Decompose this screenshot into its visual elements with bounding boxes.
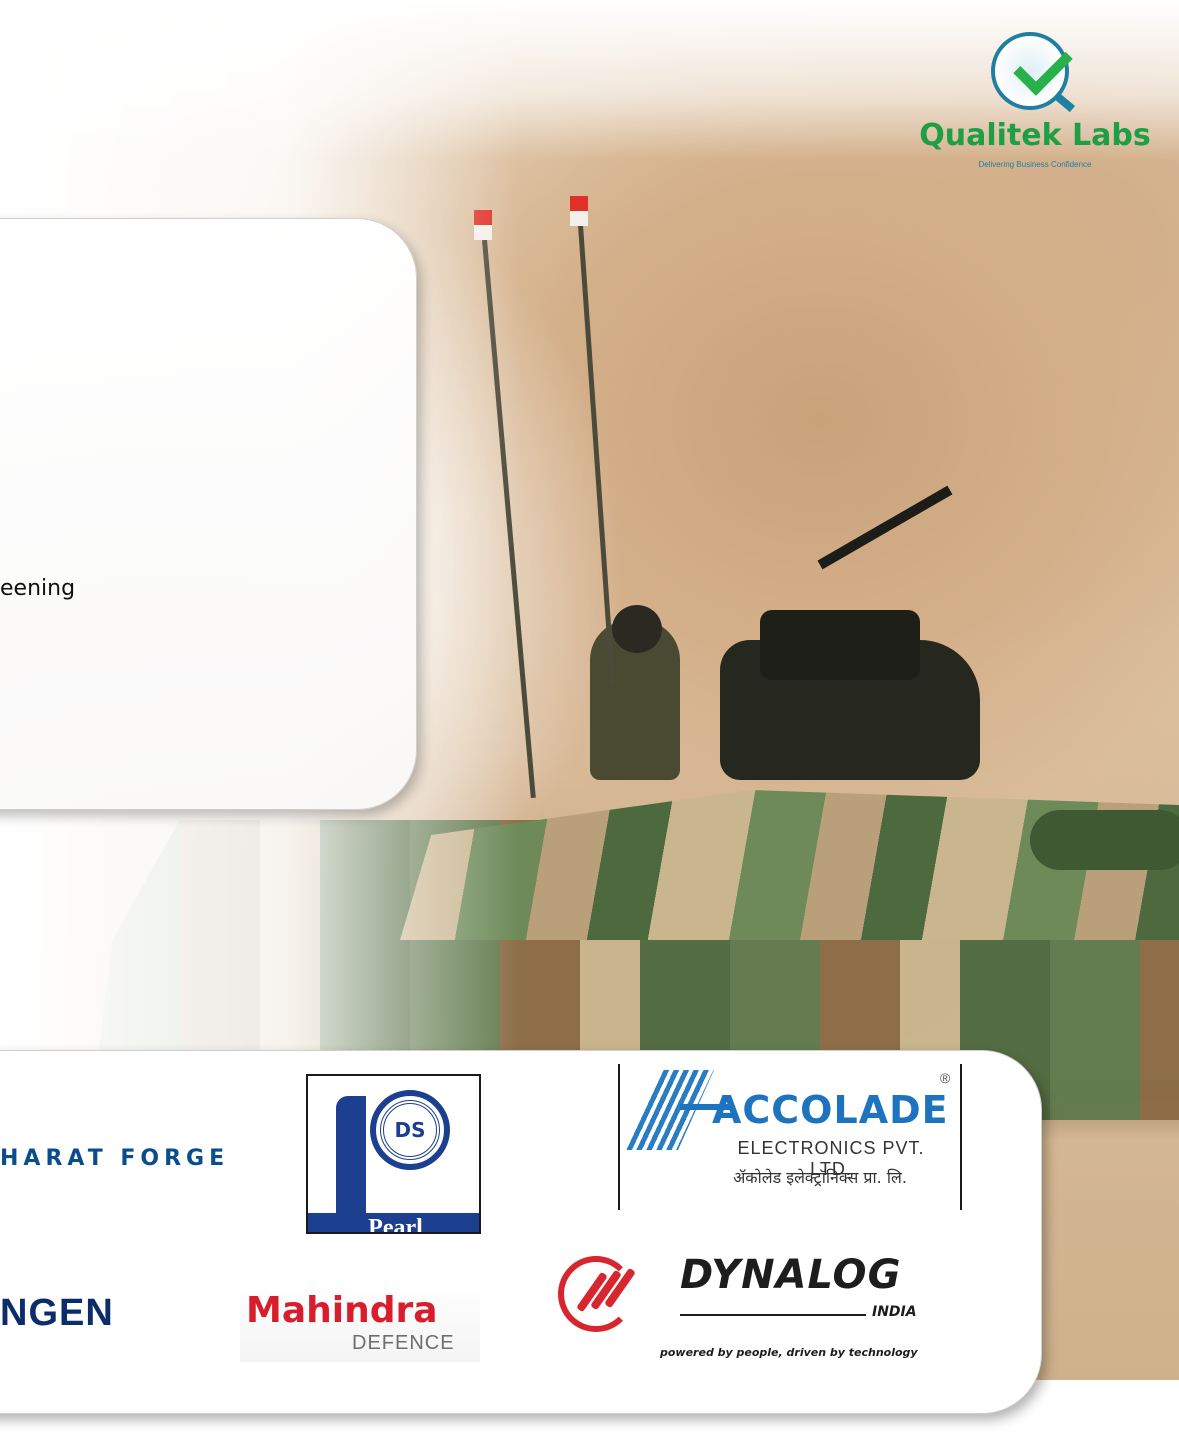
mahindra-name: Mahindra	[246, 1290, 438, 1331]
bharat-forge-logo: HARAT FORGE	[0, 1146, 230, 1171]
flag-right	[570, 196, 588, 226]
panel-text: eening	[0, 576, 76, 601]
brand-tagline: Delivering Business Confidence	[978, 160, 1092, 169]
brand-name: Qualitek Labs	[919, 118, 1151, 153]
accolade-hindi-name: ॲकोलेड इलेक्ट्रॉनिक्स प्रा. लि.	[733, 1168, 907, 1187]
weapon-sight	[760, 610, 920, 680]
dynalog-rule	[680, 1314, 866, 1316]
ngen-logo: NGEN	[0, 1292, 114, 1334]
dynalog-logo: DYNALOG INDIA powered by people, driven …	[550, 1248, 950, 1378]
pearl-banner: Pearl	[308, 1213, 479, 1232]
tank-barrel	[1030, 810, 1179, 870]
dynalog-tagline: powered by people, driven by technology	[660, 1346, 918, 1359]
dynalog-name: DYNALOG	[680, 1252, 902, 1298]
dynalog-swirl-icon	[558, 1256, 634, 1332]
registered-mark: ®	[940, 1070, 951, 1086]
content-panel	[0, 218, 417, 810]
mahindra-sub: DEFENCE	[352, 1332, 455, 1354]
accolade-logo: ACCOLADE ® ELECTRONICS PVT. LTD. ॲकोलेड …	[618, 1064, 962, 1210]
mahindra-defence-logo: Mahindra DEFENCE	[240, 1282, 480, 1362]
pearl-stem-icon	[336, 1096, 366, 1216]
soldier-helmet	[612, 605, 662, 653]
qualitek-labs-logo: Qualitek Labs Delivering Business Confid…	[915, 20, 1155, 180]
pearl-logo: DS Pearl	[306, 1074, 481, 1234]
pearl-monogram: DS	[394, 1118, 426, 1142]
accolade-stripes-icon	[624, 1070, 714, 1150]
accolade-name: ACCOLADE	[712, 1088, 949, 1132]
dynalog-region: INDIA	[872, 1304, 917, 1320]
q-tail-icon	[1053, 91, 1075, 113]
